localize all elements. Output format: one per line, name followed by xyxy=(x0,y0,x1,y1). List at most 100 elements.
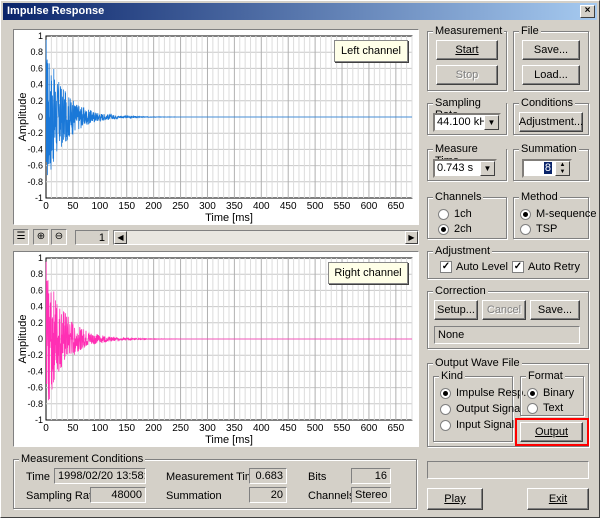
bits-value: 16 xyxy=(351,468,391,484)
x-tick-label: 550 xyxy=(334,201,351,212)
y-tick-label: 0.8 xyxy=(30,47,43,57)
y-tick-label: 1 xyxy=(38,31,43,41)
measurement-conditions-legend: Measurement Conditions xyxy=(19,453,146,465)
exit-button[interactable]: Exit xyxy=(527,488,589,510)
output-button[interactable]: Output xyxy=(520,422,583,442)
radio-binary-label: Binary xyxy=(543,387,575,399)
summation-spinner[interactable]: 8 ▲ ▼ xyxy=(522,159,572,178)
measure-time-value: 0.743 s xyxy=(437,162,474,174)
x-axis-label: Time [ms] xyxy=(205,212,253,224)
channels-group: Channels 1ch 2ch xyxy=(427,191,507,239)
sampling-rate-select[interactable]: 44.100 kHz ▼ xyxy=(433,113,501,132)
channels-label: Channels xyxy=(308,490,355,502)
correction-save-button[interactable]: Save... xyxy=(530,300,580,320)
adjustment-button[interactable]: Adjustment... xyxy=(519,112,583,132)
radio-m-sequence[interactable]: M-sequence xyxy=(520,208,597,220)
close-button[interactable]: × xyxy=(580,5,595,18)
scroll-left-arrow-icon[interactable]: ◀ xyxy=(114,231,127,244)
scroll-right-arrow-icon[interactable]: ▶ xyxy=(405,231,418,244)
kind-group: Kind Impulse Resp. Output Signal Input S… xyxy=(433,370,526,442)
measurement-time-value: 0.683 xyxy=(249,468,287,484)
radio-impulse-resp[interactable]: Impulse Resp. xyxy=(440,387,526,399)
save-button[interactable]: Save... xyxy=(522,40,580,60)
radio-circle-icon xyxy=(440,419,451,431)
output-label: Output xyxy=(534,426,569,438)
spin-arrows-icon[interactable]: ▲ ▼ xyxy=(555,161,570,176)
y-tick-label: -0.4 xyxy=(27,366,43,376)
left-channel-label: Left channel xyxy=(334,40,408,62)
format-legend: Format xyxy=(526,370,565,382)
y-axis-label: Amplitude xyxy=(17,315,29,364)
measure-time-group: Measure Time 0.743 s ▼ xyxy=(427,143,507,181)
radio-circle-checked-icon xyxy=(438,223,449,235)
radio-1ch[interactable]: 1ch xyxy=(438,208,472,220)
radio-impulse-resp-label: Impulse Resp. xyxy=(456,387,527,399)
y-tick-label: 0.8 xyxy=(30,269,43,279)
measurement-group: Measurement Start Stop xyxy=(427,25,507,91)
stop-button[interactable]: Stop xyxy=(436,65,498,85)
grid-toggle-icon[interactable]: ☰ xyxy=(13,229,29,245)
radio-output-signal[interactable]: Output Signal xyxy=(440,403,523,415)
y-tick-label: -0.8 xyxy=(27,177,43,187)
x-tick-label: 650 xyxy=(388,423,405,434)
radio-circle-icon xyxy=(527,402,538,414)
x-tick-label: 50 xyxy=(67,201,79,212)
cancel-label: Cancel xyxy=(486,304,522,316)
radio-2ch[interactable]: 2ch xyxy=(438,223,472,235)
sampling-rate-group: Sampling Rate 44.100 kHz ▼ xyxy=(427,97,507,135)
measurement-time-label: Measurement Time xyxy=(166,471,261,483)
title-bar: Impulse Response × xyxy=(3,3,597,20)
x-tick-label: 100 xyxy=(91,423,108,434)
radio-tsp[interactable]: TSP xyxy=(520,223,557,235)
auto-level-checkbox[interactable]: ✓ Auto Level xyxy=(440,261,508,273)
x-tick-label: 300 xyxy=(199,201,216,212)
chevron-down-icon[interactable]: ▼ xyxy=(480,161,495,176)
radio-text[interactable]: Text xyxy=(527,402,563,414)
format-group: Format Binary Text xyxy=(520,370,584,416)
radio-circle-checked-icon xyxy=(520,208,531,220)
y-axis-label: Amplitude xyxy=(17,93,29,142)
summation-value: 8 xyxy=(543,162,552,174)
correction-file-field: None xyxy=(434,326,580,344)
x-tick-label: 450 xyxy=(280,423,297,434)
radio-binary[interactable]: Binary xyxy=(527,387,574,399)
channels-value: Stereo xyxy=(351,487,391,503)
x-tick-label: 100 xyxy=(91,201,108,212)
x-tick-label: 450 xyxy=(280,201,297,212)
x-tick-label: 500 xyxy=(307,201,324,212)
play-label: Play xyxy=(444,493,466,505)
checkmark-icon: ✓ xyxy=(512,261,524,273)
zoom-in-icon[interactable]: ⊕ xyxy=(33,229,49,245)
checkmark-icon: ✓ xyxy=(440,261,452,273)
play-button[interactable]: Play xyxy=(427,488,483,510)
adjustment-label: Adjustment... xyxy=(518,116,584,128)
chevron-down-icon[interactable]: ▼ xyxy=(484,115,499,130)
conditions-legend: Conditions xyxy=(519,97,575,109)
measurement-conditions-group: Measurement Conditions Time 1998/02/20 1… xyxy=(13,453,417,509)
file-group: File Save... Load... xyxy=(513,25,589,91)
y-tick-label: 1 xyxy=(38,253,43,263)
stop-label: Stop xyxy=(455,69,479,81)
radio-circle-icon xyxy=(440,403,451,415)
zoom-out-icon[interactable]: ⊖ xyxy=(51,229,67,245)
radio-input-signal[interactable]: Input Signal xyxy=(440,419,514,431)
y-tick-label: -1 xyxy=(35,193,43,203)
correction-group: Correction Setup... Cancel Save... None xyxy=(427,285,589,349)
load-label: Load... xyxy=(534,69,568,81)
auto-level-label: Auto Level xyxy=(456,261,508,273)
measure-time-select[interactable]: 0.743 s ▼ xyxy=(433,159,497,178)
x-tick-label: 50 xyxy=(67,423,79,434)
load-button[interactable]: Load... xyxy=(522,65,580,85)
auto-retry-checkbox[interactable]: ✓ Auto Retry xyxy=(512,261,580,273)
radio-tsp-label: TSP xyxy=(536,223,558,235)
horizontal-scrollbar[interactable]: ◀ ▶ xyxy=(113,230,419,245)
setup-button[interactable]: Setup... xyxy=(434,300,478,320)
start-button[interactable]: Start xyxy=(436,40,498,60)
y-tick-label: 0.2 xyxy=(30,318,43,328)
file-legend: File xyxy=(519,25,541,37)
cancel-button[interactable]: Cancel xyxy=(482,300,526,320)
page-field[interactable]: 1 xyxy=(75,230,109,245)
sampling-rate-label: Sampling Rate xyxy=(26,490,99,502)
save-label: Save... xyxy=(533,44,569,56)
impulse-response-window: Impulse Response × 1 0.8 0.6 0.4 0.2 0 -0.2 -0.… xyxy=(0,0,600,518)
